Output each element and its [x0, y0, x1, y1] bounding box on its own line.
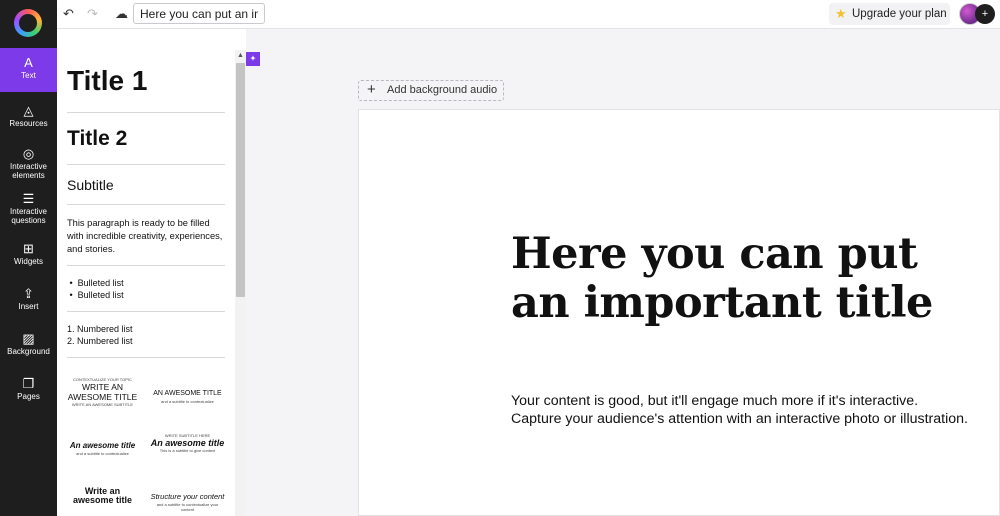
- resources-icon: ◬: [23, 103, 34, 118]
- cloud-save-icon: ☁: [115, 6, 128, 21]
- rail-item-label: Widgets: [14, 257, 43, 266]
- template-title: Write an awesome title: [72, 486, 133, 505]
- pages-icon: ❐: [22, 376, 35, 391]
- upgrade-plan-button[interactable]: ★ Upgrade your plan: [829, 3, 950, 25]
- template-subtitle: and a subtitle to contextualize your con…: [156, 502, 219, 512]
- slide-title[interactable]: Here you can put an important title: [511, 230, 981, 328]
- redo-icon[interactable]: ↷: [87, 6, 98, 22]
- divider: [67, 311, 225, 312]
- interactive-questions-icon: ☰: [22, 191, 35, 206]
- rail-item-pages[interactable]: ❐ Pages: [0, 369, 57, 413]
- text-icon: A: [24, 55, 33, 70]
- list-item: 2. Numbered list: [67, 336, 133, 346]
- title-template[interactable]: CONTEXTUALIZE YOUR TOPIC WRITE AN AWESOM…: [65, 377, 140, 407]
- template-subtitle: WRITE AN AWESOME SUBTITLE: [71, 402, 134, 407]
- rail-item-label: Interactive questions: [10, 207, 47, 225]
- list-item: • Bulleted list: [67, 278, 124, 288]
- subtitle-style[interactable]: Subtitle: [67, 177, 225, 193]
- slide-body-line: Capture your audience's attention with a…: [511, 411, 968, 427]
- genially-logo[interactable]: [0, 0, 57, 44]
- list-item: • Bulleted list: [67, 290, 124, 300]
- rail-item-insert[interactable]: ⇪ Insert: [0, 279, 57, 323]
- template-subtitle: and a subtitle to contextualize: [161, 399, 214, 404]
- pin-icon[interactable]: ✦: [246, 52, 260, 66]
- template-title: WRITE AN AWESOME TITLE: [67, 382, 138, 402]
- rail-item-label: Resources: [9, 119, 48, 128]
- rail-item-widgets[interactable]: ⊞ Widgets: [0, 234, 57, 278]
- title-template[interactable]: Structure your content and a subtitle to…: [150, 492, 225, 512]
- divider: [67, 265, 225, 266]
- template-subtitle: This is a subtitle to give context: [159, 448, 216, 453]
- rail-item-interactive-elements[interactable]: ◎ Interactive elements: [0, 139, 57, 183]
- widgets-icon: ⊞: [23, 241, 34, 256]
- rail-item-background[interactable]: ▨ Background: [0, 324, 57, 368]
- template-title: An awesome title: [150, 438, 225, 448]
- title1-style[interactable]: Title 1: [67, 65, 225, 97]
- title-template[interactable]: WRITE SUBTITLE HERE An awesome title Thi…: [150, 433, 225, 453]
- project-title-input[interactable]: [133, 3, 265, 24]
- text-panel: Title 1 Title 2 Subtitle This paragraph …: [57, 29, 246, 516]
- title-template[interactable]: An awesome title and a subtitle to conte…: [65, 441, 140, 456]
- star-icon: ★: [835, 6, 847, 21]
- interactive-elements-icon: ◎: [22, 146, 35, 161]
- add-background-audio-button[interactable]: + Add background audio: [358, 80, 504, 101]
- title2-style[interactable]: Title 2: [67, 127, 225, 151]
- slide-body[interactable]: Your content is good, but it'll engage m…: [511, 392, 991, 428]
- left-rail: A Text ◬ Resources ◎ Interactive element…: [0, 0, 57, 516]
- bulleted-list-style[interactable]: • Bulleted list • Bulleted list: [67, 277, 225, 301]
- plus-icon: +: [367, 81, 376, 98]
- divider: [67, 164, 225, 165]
- rail-item-label: Pages: [17, 392, 40, 401]
- logo-icon: [14, 9, 42, 37]
- top-bar: ↶ ↷ ☁ ★ Upgrade your plan +: [57, 0, 1000, 29]
- rail-item-label: Text: [21, 71, 36, 80]
- template-title: AN AWESOME TITLE: [153, 390, 222, 397]
- list-item: 1. Numbered list: [67, 324, 133, 334]
- undo-icon[interactable]: ↶: [63, 6, 74, 22]
- panel-scroll-thumb[interactable]: [236, 63, 245, 297]
- template-subtitle: and a subtitle to contextualize: [76, 451, 129, 456]
- upgrade-label: Upgrade your plan: [852, 8, 947, 20]
- audio-label: Add background audio: [387, 84, 498, 96]
- add-user-icon[interactable]: +: [975, 4, 995, 24]
- divider: [67, 357, 225, 358]
- rail-item-label: Background: [7, 347, 50, 356]
- rail-item-resources[interactable]: ◬ Resources: [0, 96, 57, 140]
- divider: [67, 204, 225, 205]
- numbered-list-style[interactable]: 1. Numbered list 2. Numbered list: [67, 323, 225, 347]
- title-template[interactable]: AN AWESOME TITLE and a subtitle to conte…: [150, 389, 225, 404]
- background-icon: ▨: [22, 331, 35, 346]
- scroll-up-icon[interactable]: ▲: [237, 52, 244, 59]
- title-template[interactable]: Write an awesome title: [65, 487, 140, 505]
- rail-item-label: Insert: [18, 302, 39, 311]
- paragraph-style[interactable]: This paragraph is ready to be filled wit…: [67, 217, 225, 256]
- rail-item-text[interactable]: A Text: [0, 48, 57, 92]
- divider: [67, 112, 225, 113]
- template-title: Structure your content: [150, 492, 225, 501]
- insert-icon: ⇪: [23, 286, 34, 301]
- rail-item-interactive-questions[interactable]: ☰ Interactive questions: [0, 184, 57, 228]
- slide-body-line: Your content is good, but it'll engage m…: [511, 393, 919, 409]
- template-title: An awesome title: [69, 441, 136, 450]
- rail-item-label: Interactive elements: [10, 162, 47, 180]
